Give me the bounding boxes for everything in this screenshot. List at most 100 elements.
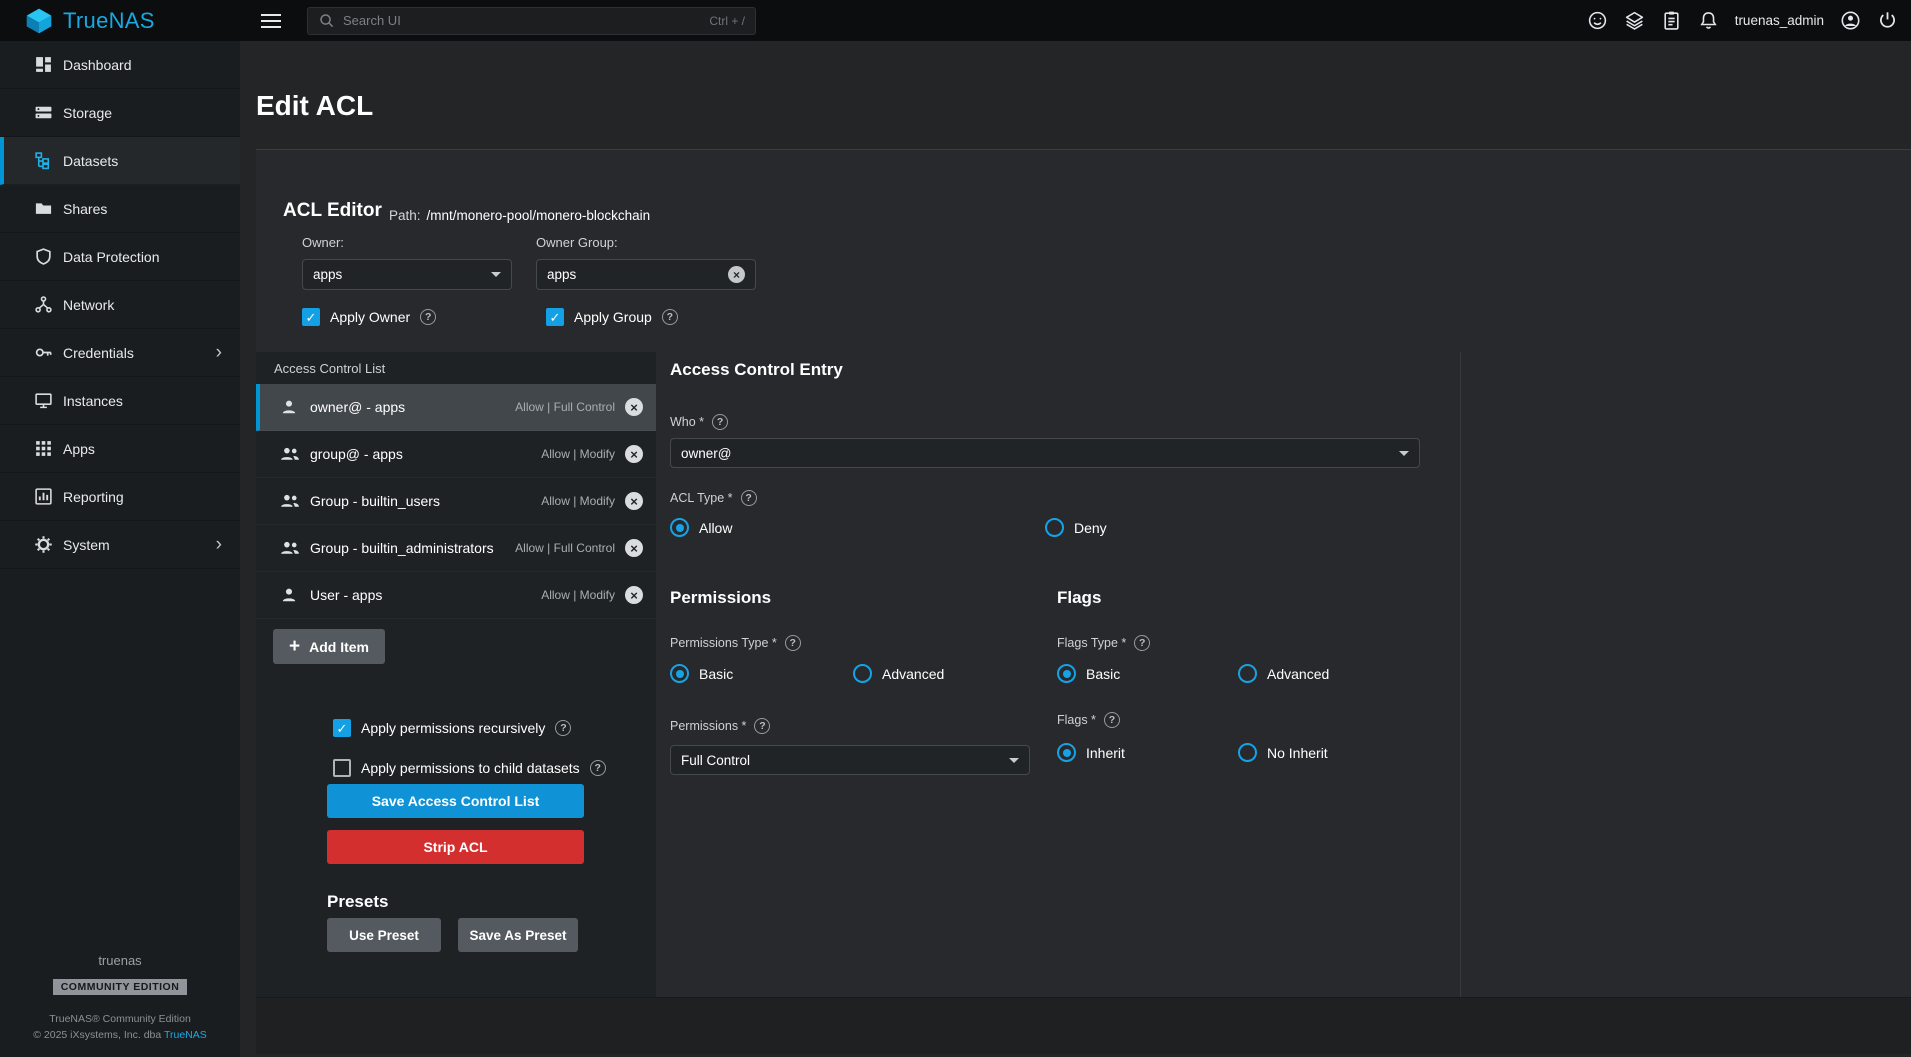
avatar-icon — [1840, 10, 1861, 31]
help-icon[interactable]: ? — [420, 309, 436, 325]
remove-entry-button[interactable]: × — [625, 539, 643, 557]
sidebar-item-system[interactable]: System › — [0, 521, 240, 569]
entry-name: owner@ - apps — [310, 399, 405, 415]
path-value: /mnt/monero-pool/monero-blockchain — [427, 208, 651, 223]
entry-permissions: Allow | Modify — [541, 588, 615, 602]
radio-inherit[interactable]: Inherit — [1057, 743, 1125, 762]
app-root: TrueNAS Ctrl + / truenas_admin — [0, 0, 1911, 1057]
sidebar-item-storage[interactable]: Storage — [0, 89, 240, 137]
jobs-button[interactable] — [1624, 10, 1645, 31]
save-as-preset-button[interactable]: Save As Preset — [458, 918, 578, 952]
radio-permissions-basic[interactable]: Basic — [670, 664, 733, 683]
remove-entry-button[interactable]: × — [625, 398, 643, 416]
sidebar-item-shares[interactable]: Shares — [0, 185, 240, 233]
topbar-actions: truenas_admin — [1587, 10, 1911, 31]
notifications-button[interactable] — [1698, 10, 1719, 31]
acl-entry-row[interactable]: owner@ - apps Allow | Full Control × — [256, 384, 656, 431]
acl-entry-row[interactable]: Group - builtin_users Allow | Modify × — [256, 478, 656, 525]
power-button[interactable] — [1877, 10, 1898, 31]
permissions-label: Permissions * ? — [670, 718, 770, 734]
acl-entry-row[interactable]: User - apps Allow | Modify × — [256, 572, 656, 619]
apply-child-datasets-checkbox[interactable]: Apply permissions to child datasets ? — [333, 759, 606, 777]
user-icon — [280, 398, 300, 416]
radio-permissions-advanced[interactable]: Advanced — [853, 664, 944, 683]
owner-group-input[interactable]: apps × — [536, 259, 756, 290]
chevron-down-icon — [1399, 451, 1409, 456]
datasets-icon — [34, 151, 53, 170]
search-input[interactable] — [343, 13, 701, 28]
add-item-button[interactable]: + Add Item — [273, 629, 385, 664]
path-label: Path: — [389, 208, 421, 223]
feedback-button[interactable] — [1587, 10, 1608, 31]
help-icon[interactable]: ? — [590, 760, 606, 776]
help-icon[interactable]: ? — [785, 635, 801, 651]
radio-no-inherit[interactable]: No Inherit — [1238, 743, 1328, 762]
apply-group-checkbox[interactable]: ✓ Apply Group ? — [546, 308, 678, 326]
radio-flags-basic[interactable]: Basic — [1057, 664, 1120, 683]
save-acl-button[interactable]: Save Access Control List — [327, 784, 584, 818]
radio-allow[interactable]: Allow — [670, 518, 732, 537]
help-icon[interactable]: ? — [712, 414, 728, 430]
chevron-down-icon — [1009, 758, 1019, 763]
help-icon[interactable]: ? — [754, 718, 770, 734]
entry-permissions: Allow | Modify — [541, 494, 615, 508]
clipboard-icon — [1661, 10, 1682, 31]
monitor-icon — [34, 391, 53, 410]
app-logo[interactable]: TrueNAS — [0, 6, 240, 36]
sidebar-item-instances[interactable]: Instances — [0, 377, 240, 425]
user-menu-button[interactable] — [1840, 10, 1861, 31]
topbar: TrueNAS Ctrl + / truenas_admin — [0, 0, 1911, 41]
search-box[interactable]: Ctrl + / — [307, 7, 756, 35]
sidebar-item-network[interactable]: Network — [0, 281, 240, 329]
menu-toggle-button[interactable] — [258, 7, 285, 34]
radio-flags-advanced[interactable]: Advanced — [1238, 664, 1329, 683]
sidebar-item-credentials[interactable]: Credentials › — [0, 329, 240, 377]
owner-select[interactable]: apps — [302, 259, 512, 290]
help-icon[interactable]: ? — [662, 309, 678, 325]
help-icon[interactable]: ? — [1134, 635, 1150, 651]
sidebar-item-reporting[interactable]: Reporting — [0, 473, 240, 521]
hostname-label: truenas — [0, 953, 240, 968]
tasks-button[interactable] — [1661, 10, 1682, 31]
card-footer — [256, 997, 1911, 1054]
remove-entry-button[interactable]: × — [625, 586, 643, 604]
sidebar-item-data-protection[interactable]: Data Protection — [0, 233, 240, 281]
flags-title: Flags — [1057, 588, 1101, 608]
chevron-right-icon: › — [216, 535, 222, 554]
help-icon[interactable]: ? — [555, 720, 571, 736]
flags-type-label: Flags Type * ? — [1057, 635, 1150, 651]
who-select[interactable]: owner@ — [670, 438, 1420, 468]
owner-label: Owner: — [302, 235, 344, 250]
sidebar-item-datasets[interactable]: Datasets — [0, 137, 240, 185]
username-label: truenas_admin — [1735, 13, 1824, 28]
apply-recursive-checkbox[interactable]: ✓ Apply permissions recursively ? — [333, 719, 571, 737]
chevron-down-icon — [491, 272, 501, 277]
key-icon — [34, 343, 53, 362]
remove-entry-button[interactable]: × — [625, 492, 643, 510]
access-control-entry-panel: Access Control Entry Who * ? owner@ ACL … — [656, 352, 1911, 997]
remove-entry-button[interactable]: × — [625, 445, 643, 463]
sidebar-item-dashboard[interactable]: Dashboard — [0, 41, 240, 89]
use-preset-button[interactable]: Use Preset — [327, 918, 441, 952]
group-icon — [280, 492, 300, 510]
acl-entry-row[interactable]: Group - builtin_administrators Allow | F… — [256, 525, 656, 572]
power-icon — [1877, 10, 1898, 31]
entry-name: User - apps — [310, 587, 382, 603]
clear-icon[interactable]: × — [728, 266, 745, 283]
ace-title: Access Control Entry — [670, 360, 843, 380]
copyright-link[interactable]: TrueNAS — [164, 1029, 207, 1041]
checkbox-checked-icon: ✓ — [333, 719, 351, 737]
gear-icon — [34, 535, 53, 554]
layers-icon — [1624, 10, 1645, 31]
radio-deny[interactable]: Deny — [1045, 518, 1107, 537]
plus-icon: + — [289, 637, 300, 656]
sidebar-item-apps[interactable]: Apps — [0, 425, 240, 473]
apps-grid-icon — [34, 439, 53, 458]
help-icon[interactable]: ? — [741, 490, 757, 506]
permissions-select[interactable]: Full Control — [670, 745, 1030, 775]
acl-entry-row[interactable]: group@ - apps Allow | Modify × — [256, 431, 656, 478]
help-icon[interactable]: ? — [1104, 712, 1120, 728]
strip-acl-button[interactable]: Strip ACL — [327, 830, 584, 864]
network-icon — [34, 295, 53, 314]
apply-owner-checkbox[interactable]: ✓ Apply Owner ? — [302, 308, 436, 326]
